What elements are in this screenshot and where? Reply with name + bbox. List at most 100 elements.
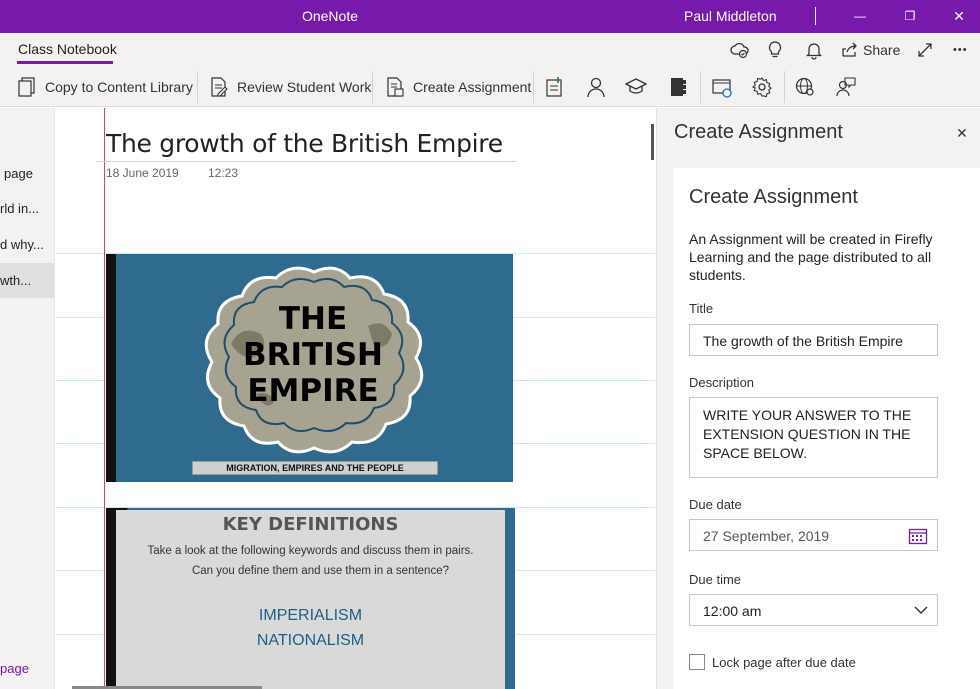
ribbon-tab-row: Class Notebook Share •••	[0, 33, 980, 67]
close-icon: ✕	[953, 7, 965, 24]
tell-me-button[interactable]	[767, 39, 783, 61]
description-field[interactable]: WRITE YOUR ANSWER TO THE EXTENSION QUEST…	[689, 397, 938, 478]
title-field[interactable]: The growth of the British Empire	[689, 324, 938, 356]
page-list-item-label: d why...	[0, 237, 44, 252]
copy-document-icon	[18, 77, 35, 97]
students-button[interactable]	[583, 74, 609, 100]
command-separator	[784, 71, 785, 103]
page-list-item-label: rld in...	[0, 201, 40, 216]
page-title[interactable]: The growth of the British Empire	[106, 129, 503, 158]
create-assignment-label: Create Assignment	[413, 79, 532, 95]
feedback-button[interactable]	[833, 74, 859, 100]
window-sync-icon	[712, 79, 732, 98]
british-empire-image[interactable]: THE BRITISH EMPIRE MIGRATION, EMPIRES AN…	[106, 254, 513, 482]
definitions-instruction-1: Take a look at the following keywords an…	[147, 545, 474, 557]
minimize-button[interactable]: —	[845, 4, 875, 28]
expand-icon	[918, 43, 932, 57]
form-heading: Create Assignment	[689, 186, 858, 208]
add-page-link[interactable]: page	[0, 661, 29, 676]
page-time: 12:23	[208, 166, 239, 180]
page-list-item[interactable]: rld in...	[0, 193, 54, 225]
copy-to-content-library-button[interactable]: Copy to Content Library	[17, 74, 193, 100]
add-page-to-students-button[interactable]	[541, 74, 567, 100]
create-assignment-pane: Create Assignment ✕ Create Assignment An…	[656, 108, 980, 689]
sync-status-button[interactable]	[730, 39, 750, 61]
chevron-down-icon	[914, 606, 928, 614]
assignment-form: Create Assignment An Assignment will be …	[673, 168, 980, 689]
page-list-item[interactable]: d why...	[0, 229, 54, 261]
page-list-item-selected[interactable]: wth...	[0, 263, 54, 298]
share-button[interactable]: Share	[841, 39, 900, 61]
user-name[interactable]: Paul Middleton	[684, 8, 777, 24]
margin-line	[104, 108, 105, 689]
description-label: Description	[689, 375, 755, 390]
restore-button[interactable]: ❐	[895, 4, 925, 28]
command-separator	[700, 71, 701, 103]
education-button[interactable]	[623, 74, 649, 100]
close-pane-button[interactable]: ✕	[951, 122, 973, 144]
titlebar-separator	[815, 7, 816, 25]
tab-class-notebook[interactable]: Class Notebook	[18, 41, 117, 57]
key-definitions-heading: KEY DEFINITIONS	[222, 514, 399, 535]
definitions-panel: KEY DEFINITIONS Take a look at the follo…	[116, 510, 505, 689]
keyword-nationalism: NATIONALISM	[256, 632, 365, 649]
pane-title: Create Assignment	[674, 121, 843, 143]
key-definitions-image[interactable]: KEY DEFINITIONS Take a look at the follo…	[106, 508, 515, 689]
close-window-button[interactable]: ✕	[944, 4, 974, 28]
copy-to-content-library-label: Copy to Content Library	[45, 79, 193, 95]
image-banner: MIGRATION, EMPIRES AND THE PEOPLE	[192, 461, 438, 475]
more-options-button[interactable]: •••	[953, 39, 968, 61]
person-feedback-icon	[836, 77, 856, 97]
lock-page-checkbox[interactable]	[689, 654, 705, 670]
close-icon: ✕	[956, 124, 968, 141]
research-button[interactable]	[792, 74, 818, 100]
active-tab-indicator	[17, 61, 113, 64]
keyword-imperialism: IMPERIALISM	[258, 607, 363, 624]
review-student-work-label: Review Student Work	[237, 79, 372, 95]
add-page-icon	[546, 77, 562, 97]
lock-page-label: Lock page after due date	[712, 655, 856, 670]
due-date-field[interactable]: 27 September, 2019	[689, 519, 938, 551]
share-icon	[842, 42, 857, 57]
due-time-label: Due time	[689, 572, 742, 587]
description-value: WRITE YOUR ANSWER TO THE EXTENSION QUEST…	[703, 407, 912, 461]
page-list-item-label: wth...	[0, 273, 32, 288]
bell-icon	[805, 43, 823, 60]
share-label: Share	[863, 42, 901, 58]
create-assignment-button[interactable]: Create Assignment	[385, 74, 531, 100]
settings-button[interactable]	[749, 74, 775, 100]
page-list-item[interactable]: page	[0, 158, 54, 190]
title-label: Title	[689, 301, 714, 316]
review-student-work-button[interactable]: Review Student Work	[209, 74, 371, 100]
due-time-select[interactable]: 12:00 am	[689, 594, 938, 626]
definitions-instruction-2: Can you define them and use them in a se…	[191, 565, 449, 577]
note-canvas[interactable]: The growth of the British Empire 18 June…	[56, 108, 655, 689]
due-time-value: 12:00 am	[703, 603, 762, 619]
command-bar: Copy to Content Library Review Student W…	[0, 67, 980, 107]
graduation-cap-icon	[625, 78, 647, 94]
command-separator	[533, 71, 534, 103]
sync-grades-button[interactable]	[709, 74, 735, 100]
page-list-item-label: page	[4, 166, 33, 181]
app-title: OneNote	[301, 8, 359, 24]
more-icon: •••	[953, 44, 968, 56]
badge-line-1: THE	[279, 301, 347, 337]
title-bar: OneNote Paul Middleton — ❐ ✕	[0, 0, 980, 33]
title-value: The growth of the British Empire	[703, 333, 903, 349]
cloud-sync-icon	[730, 42, 749, 59]
due-date-value: 27 September, 2019	[703, 528, 830, 544]
notebook-button[interactable]	[665, 74, 691, 100]
due-date-label: Due date	[689, 497, 742, 512]
assignment-icon	[387, 77, 404, 97]
fullscreen-button[interactable]	[916, 39, 934, 61]
vertical-scrollbar[interactable]	[651, 124, 654, 160]
review-document-icon	[211, 77, 228, 97]
calendar-icon[interactable]	[908, 527, 928, 545]
form-description: An Assignment will be created in Firefly…	[689, 231, 933, 283]
notifications-button[interactable]	[805, 39, 823, 61]
command-separator	[372, 71, 373, 103]
restore-icon: ❐	[904, 9, 916, 23]
lightbulb-icon	[768, 41, 782, 58]
page-date: 18 June 2019	[106, 166, 179, 180]
empire-badge-graphic: THE BRITISH EMPIRE	[204, 266, 424, 454]
